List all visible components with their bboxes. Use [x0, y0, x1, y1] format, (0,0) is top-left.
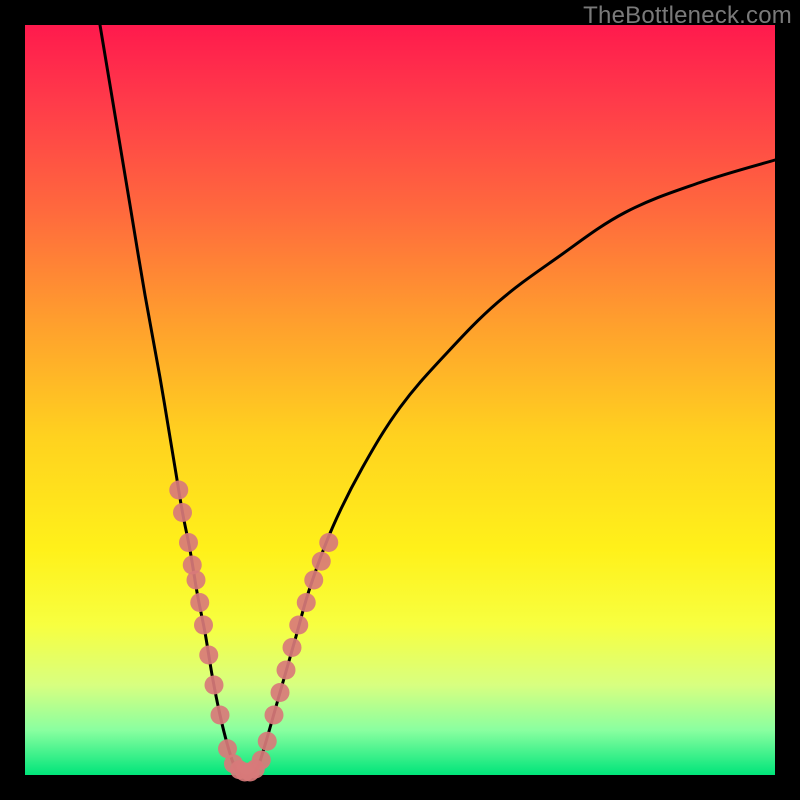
data-marker	[199, 646, 218, 665]
data-marker	[258, 732, 277, 751]
data-marker	[179, 533, 198, 552]
data-marker	[190, 593, 209, 612]
data-marker	[173, 503, 192, 522]
data-marker	[289, 616, 308, 635]
data-marker	[265, 706, 284, 725]
data-marker	[304, 571, 323, 590]
data-marker	[169, 481, 188, 500]
chart-frame: TheBottleneck.com	[0, 0, 800, 800]
data-marker	[187, 571, 206, 590]
data-marker	[211, 706, 230, 725]
data-marker	[194, 616, 213, 635]
data-marker	[319, 533, 338, 552]
data-marker	[297, 593, 316, 612]
data-marker	[252, 751, 271, 770]
data-marker	[312, 552, 331, 571]
plot-area	[25, 25, 775, 775]
bottleneck-curve	[100, 25, 775, 776]
data-marker	[271, 683, 290, 702]
marker-group	[169, 481, 338, 782]
data-marker	[205, 676, 224, 695]
watermark-text: TheBottleneck.com	[583, 2, 792, 30]
data-marker	[277, 661, 296, 680]
data-marker	[283, 638, 302, 657]
chart-svg	[25, 25, 775, 775]
